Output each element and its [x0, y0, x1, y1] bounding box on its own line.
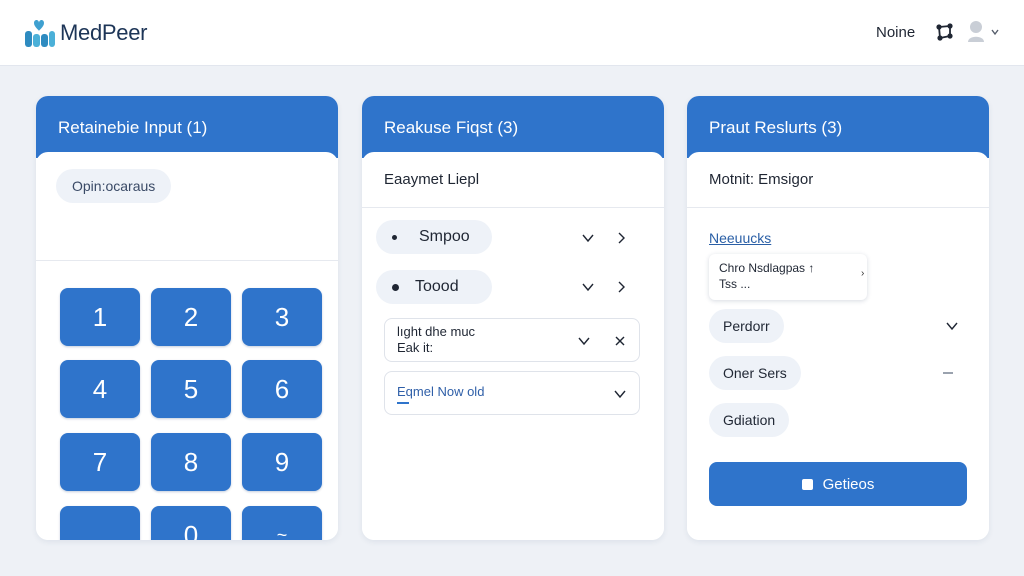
- chevron-down-icon[interactable]: [581, 280, 595, 294]
- chevron-down-icon[interactable]: [577, 334, 591, 348]
- bullet-icon: [392, 283, 399, 291]
- list-item-label: Toood: [415, 278, 459, 295]
- option-pill[interactable]: Gdiation: [709, 403, 790, 437]
- close-icon[interactable]: [613, 334, 627, 348]
- nodes-icon[interactable]: [933, 21, 957, 45]
- key-4[interactable]: 4: [60, 360, 140, 418]
- chevron-right-icon[interactable]: [614, 280, 628, 294]
- key-0[interactable]: 0: [151, 506, 231, 540]
- divider: [36, 260, 338, 261]
- chevron-down-icon[interactable]: [613, 387, 627, 401]
- review-panel-title: Reakuse Fiqst (3): [362, 96, 664, 158]
- results-panel: Praut Reslurts (3) Motnit: Emsigor Neeuu…: [687, 96, 989, 540]
- chevron-down-icon[interactable]: [945, 319, 959, 333]
- dropdown-field-value: Eqmel Now old: [397, 384, 485, 399]
- medpeer-logo-icon: [25, 20, 55, 47]
- option-pill[interactable]: Oner Sers: [709, 356, 801, 390]
- dropdown-field[interactable]: Eqmel Now old: [384, 371, 640, 415]
- results-panel-body: Motnit: Emsigor Neeuucks Chro Nsdlagpas …: [687, 152, 989, 540]
- top-bar: MedPeer Noine: [0, 0, 1024, 66]
- popup-line-1: Chro Nsdlagpas ↑: [719, 261, 815, 275]
- key-7[interactable]: 7: [60, 433, 140, 491]
- review-subheading: Eaaymet Liepl: [362, 152, 664, 208]
- bullet-icon: [392, 234, 397, 240]
- results-action-label: Getieos: [822, 475, 875, 493]
- note-line-2: Eak it:: [397, 340, 434, 355]
- input-panel-title: Retainebie Input (1): [36, 96, 338, 158]
- tooltip-popup: Chro Nsdlagpas ↑ Tss ...: [709, 254, 867, 300]
- results-subheading: Motnit: Emsigor: [687, 152, 989, 208]
- brand[interactable]: MedPeer: [22, 17, 147, 49]
- results-panel-title: Praut Reslurts (3): [687, 96, 989, 158]
- note-line-1: lıght dhe muc: [397, 324, 476, 339]
- field-cursor: [397, 402, 409, 404]
- user-name[interactable]: Noine: [876, 24, 915, 41]
- key-5[interactable]: 5: [151, 360, 231, 418]
- chevron-down-icon: [991, 29, 999, 36]
- key-8[interactable]: 8: [151, 433, 231, 491]
- popup-line-2: Tss ...: [719, 277, 751, 291]
- option-pill[interactable]: Perdorr: [709, 309, 784, 343]
- key-tilde[interactable]: ~: [242, 506, 322, 540]
- input-panel-body: Opin:ocaraus 1 2 3 4 5 6 7 8 9 0 ~: [36, 152, 338, 540]
- account-menu[interactable]: [966, 20, 1000, 44]
- review-panel: Reakuse Fiqst (3) Eaaymet Liepl Smpoo To…: [362, 96, 664, 540]
- chevron-right-icon[interactable]: [614, 231, 628, 245]
- list-item[interactable]: Toood: [376, 270, 492, 304]
- square-icon: [801, 478, 813, 490]
- key-3[interactable]: 3: [242, 288, 322, 346]
- key-9[interactable]: 9: [242, 433, 322, 491]
- results-action-button[interactable]: Getieos: [709, 462, 967, 506]
- minus-icon[interactable]: [941, 366, 955, 380]
- user-avatar-icon: [968, 21, 984, 42]
- key-1[interactable]: 1: [60, 288, 140, 346]
- chevron-down-icon[interactable]: [581, 231, 595, 245]
- input-panel: Retainebie Input (1) Opin:ocaraus 1 2 3 …: [36, 96, 338, 540]
- key-blank[interactable]: [60, 506, 140, 540]
- results-link[interactable]: Neeuucks: [709, 230, 771, 246]
- key-2[interactable]: 2: [151, 288, 231, 346]
- popup-caret-icon: ›: [861, 268, 865, 279]
- key-6[interactable]: 6: [242, 360, 322, 418]
- list-item-label: Smpoo: [419, 228, 470, 245]
- list-item[interactable]: Smpoo: [376, 220, 492, 254]
- note-card[interactable]: lıght dhe muc Eak it:: [384, 318, 640, 362]
- input-mode-pill[interactable]: Opin:ocaraus: [56, 169, 172, 203]
- app-name: MedPeer: [60, 20, 148, 45]
- review-panel-body: Eaaymet Liepl Smpoo Toood lıght dhe muc …: [362, 152, 664, 540]
